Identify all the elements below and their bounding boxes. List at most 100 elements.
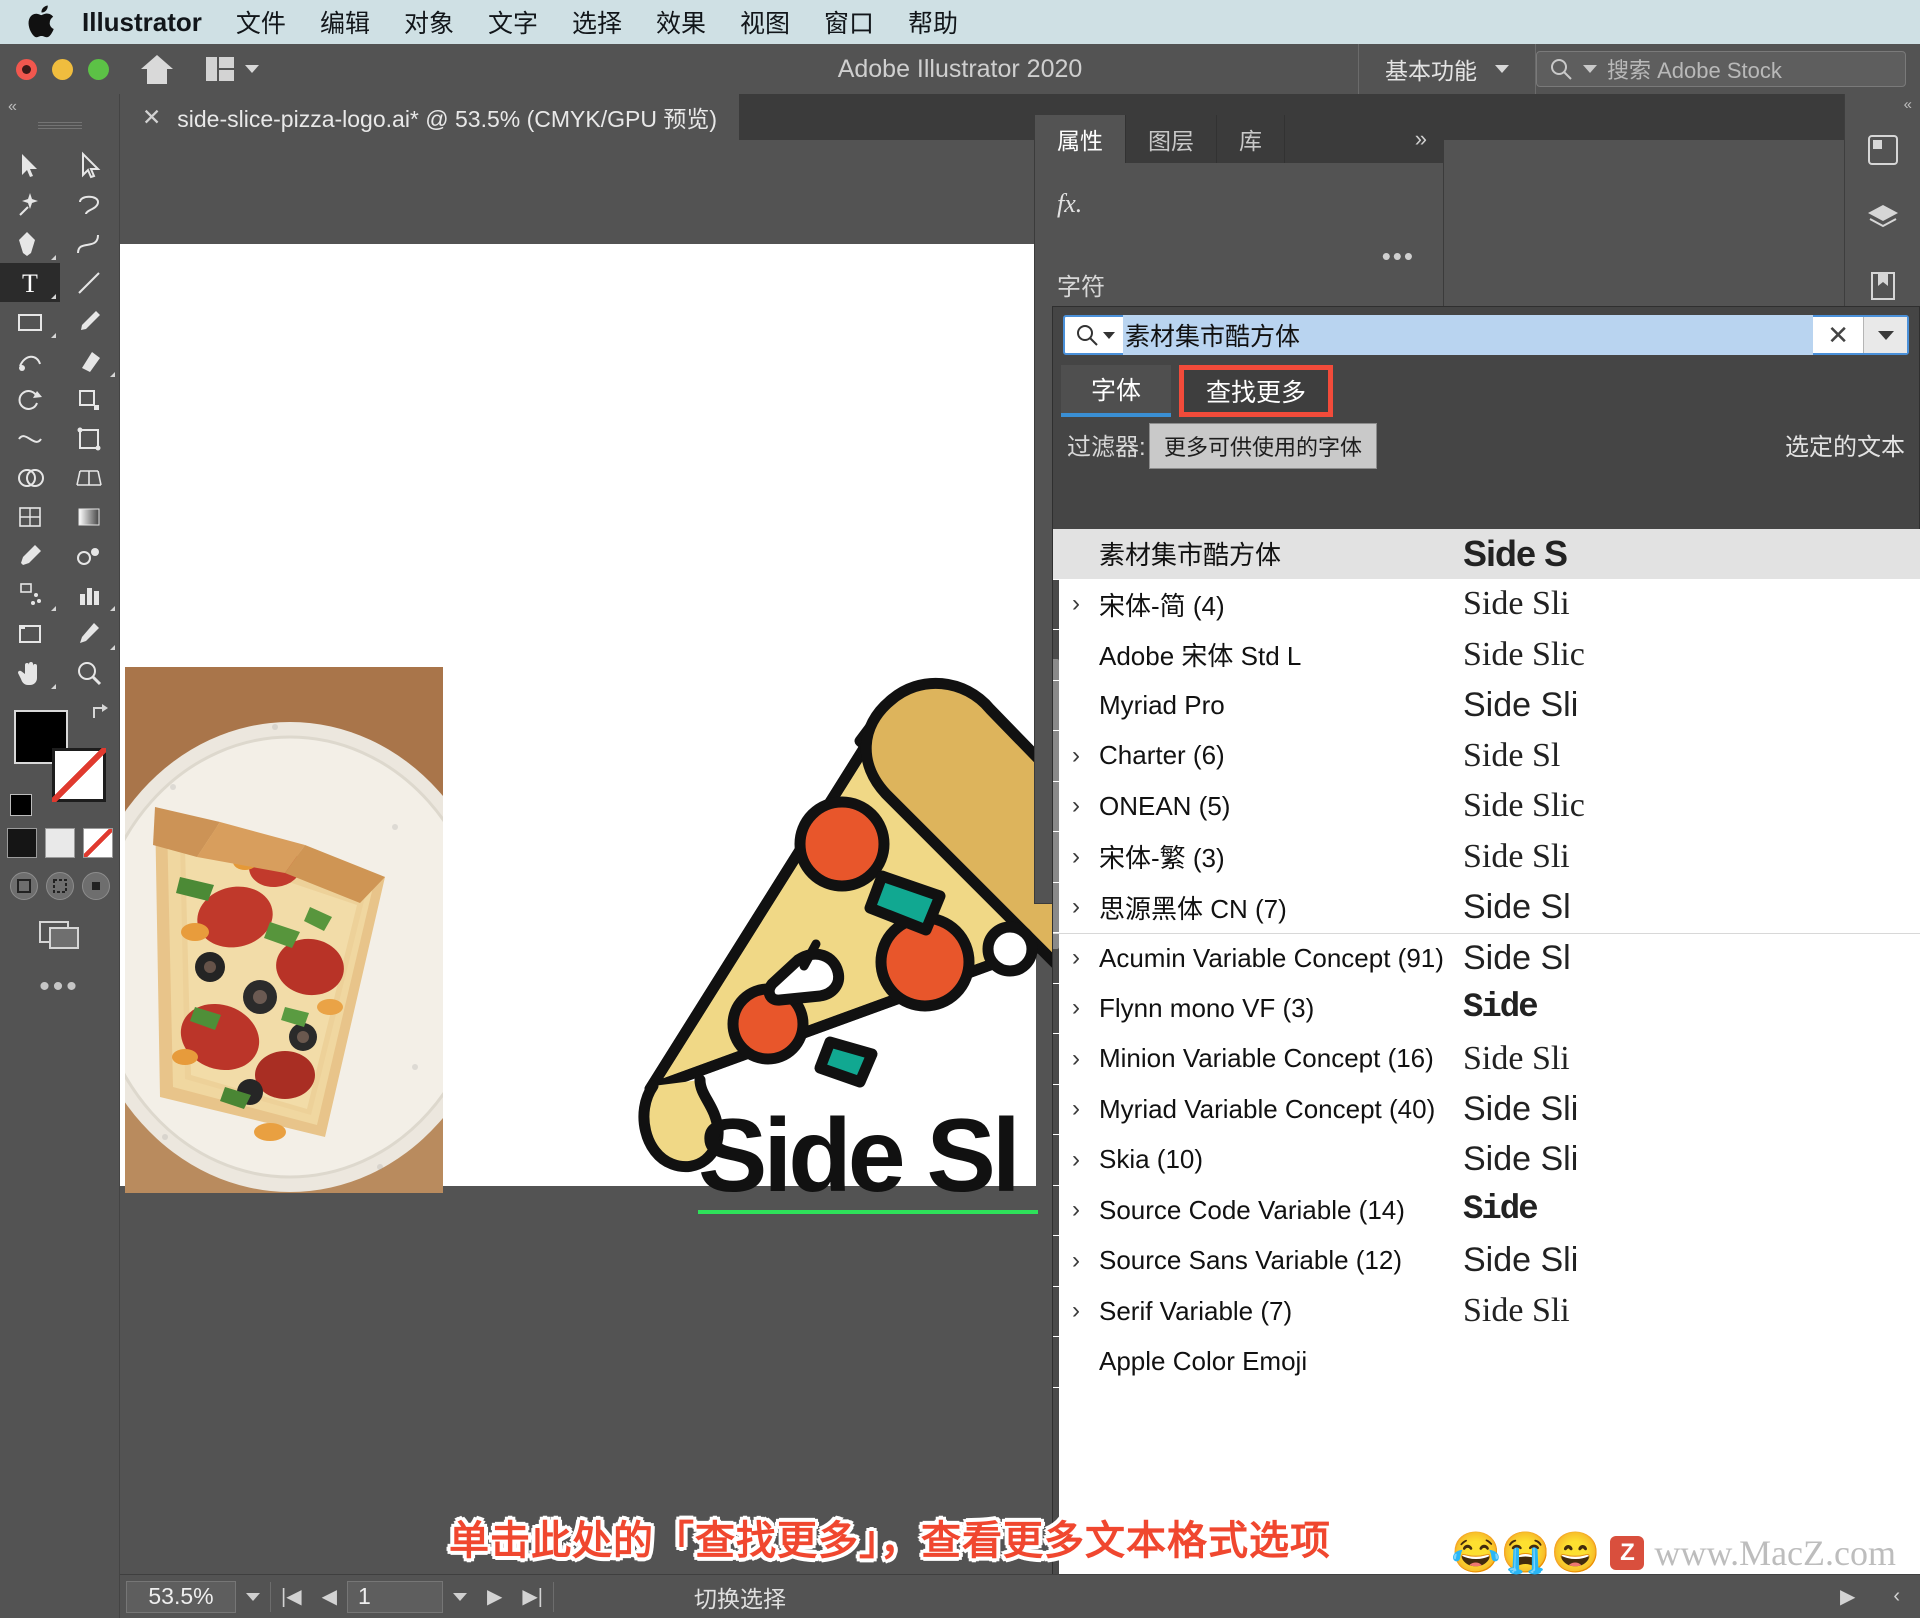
scale-tool[interactable] xyxy=(60,380,120,419)
font-list-item[interactable]: › Source Code Variable (14) Side xyxy=(1053,1186,1920,1236)
play-icon[interactable]: ▶ xyxy=(1830,1575,1865,1618)
tab-properties[interactable]: 属性 xyxy=(1035,115,1126,163)
font-list-item[interactable]: › Minion Variable Concept (16) Side Sli xyxy=(1053,1034,1920,1085)
chevron-right-icon[interactable]: › xyxy=(1053,792,1099,820)
perspective-grid-tool[interactable] xyxy=(60,458,120,497)
search-icon[interactable] xyxy=(1065,323,1123,347)
chevron-right-icon[interactable]: › xyxy=(1053,1146,1099,1174)
chevron-right-icon[interactable]: › xyxy=(1053,1196,1099,1224)
pizza-photo[interactable] xyxy=(125,667,443,1193)
zoom-tool[interactable] xyxy=(60,653,120,692)
maximize-window-button[interactable] xyxy=(88,58,109,80)
chevron-right-icon[interactable]: › xyxy=(1053,944,1099,972)
color-swatches[interactable] xyxy=(0,702,120,822)
font-search-input[interactable]: 素材集市酷方体 ✕ xyxy=(1063,315,1909,355)
chevron-right-icon[interactable]: › xyxy=(1053,1247,1099,1275)
tab-libraries[interactable]: 库 xyxy=(1217,115,1285,163)
paintbrush-tool[interactable] xyxy=(60,302,120,341)
fx-button[interactable]: fx. xyxy=(1057,189,1421,219)
menu-window[interactable]: 窗口 xyxy=(824,4,874,40)
gradient-tool[interactable] xyxy=(60,497,120,536)
logo-wordmark[interactable]: Side Sl xyxy=(698,1104,1021,1208)
artboard-tool[interactable] xyxy=(0,614,60,653)
draw-inside-button[interactable] xyxy=(81,872,110,900)
font-list-item[interactable]: › 思源黑体 CN (7) Side Sl xyxy=(1053,883,1920,933)
more-tools-icon[interactable]: ••• xyxy=(0,970,119,1004)
menu-select[interactable]: 选择 xyxy=(572,4,622,40)
chevron-right-icon[interactable]: › xyxy=(1053,1045,1099,1073)
workspace-switcher[interactable]: 基本功能 xyxy=(1359,52,1535,86)
menu-effect[interactable]: 效果 xyxy=(656,4,706,40)
minimize-window-button[interactable] xyxy=(52,58,73,80)
stroke-color-swatch[interactable] xyxy=(52,748,106,802)
tab-layers[interactable]: 图层 xyxy=(1126,115,1217,163)
arrange-documents-button[interactable] xyxy=(205,56,259,82)
chevron-down-icon[interactable] xyxy=(1863,317,1907,353)
draw-normal-button[interactable] xyxy=(9,872,38,900)
hand-tool[interactable] xyxy=(0,653,60,692)
collapse-tools-icon[interactable]: « xyxy=(8,98,17,116)
zoom-level-field[interactable]: 53.5% xyxy=(126,1580,236,1613)
font-list-item[interactable]: Apple Color Emoji xyxy=(1053,1337,1920,1388)
zoom-dropdown-icon[interactable] xyxy=(236,1575,270,1618)
prev-page-icon[interactable]: ◀ xyxy=(312,1575,347,1618)
next-page-icon[interactable]: ▶ xyxy=(477,1575,512,1618)
menu-edit[interactable]: 编辑 xyxy=(320,4,370,40)
font-list-item[interactable]: › Charter (6) Side Sl xyxy=(1053,731,1920,782)
type-tool[interactable]: T xyxy=(0,263,60,302)
font-list-item[interactable]: › Skia (10) Side Sli xyxy=(1053,1135,1920,1186)
window-controls[interactable] xyxy=(16,58,109,80)
font-list-item[interactable]: › ONEAN (5) Side Slic xyxy=(1053,782,1920,832)
page-dropdown-icon[interactable] xyxy=(443,1575,477,1618)
chevron-right-icon[interactable]: › xyxy=(1053,994,1099,1022)
properties-dock-icon[interactable] xyxy=(1845,116,1920,184)
close-icon[interactable]: ✕ xyxy=(142,104,161,131)
tab-find-more[interactable]: 查找更多 xyxy=(1179,365,1334,417)
color-swatch-button[interactable] xyxy=(6,828,37,858)
mac-menu-app-name[interactable]: Illustrator xyxy=(82,7,202,38)
font-list-item[interactable]: › Acumin Variable Concept (91) Side Sl xyxy=(1053,933,1920,984)
gradient-swatch-button[interactable] xyxy=(44,828,75,858)
artboard[interactable]: Side Sl xyxy=(120,244,1183,1214)
layers-dock-icon[interactable] xyxy=(1845,184,1920,252)
font-list-item[interactable]: › Flynn mono VF (3) Side xyxy=(1053,984,1920,1034)
swap-fill-stroke-icon[interactable] xyxy=(90,702,112,724)
close-window-button[interactable] xyxy=(16,58,37,80)
lasso-tool[interactable] xyxy=(60,185,120,224)
menu-type[interactable]: 文字 xyxy=(488,4,538,40)
font-list-item[interactable]: › 宋体-简 (4) Side Sli xyxy=(1053,580,1920,630)
home-icon[interactable] xyxy=(139,52,175,86)
curvature-tool[interactable] xyxy=(60,224,120,263)
tab-fonts[interactable]: 字体 xyxy=(1061,365,1171,417)
shape-builder-tool[interactable] xyxy=(0,458,60,497)
close-icon[interactable]: ✕ xyxy=(1813,320,1863,351)
eyedropper-tool[interactable] xyxy=(0,536,60,575)
menu-file[interactable]: 文件 xyxy=(236,4,286,40)
chevron-right-icon[interactable]: › xyxy=(1053,1297,1099,1325)
chevron-right-icon[interactable]: › xyxy=(1053,590,1099,618)
menu-view[interactable]: 视图 xyxy=(740,4,790,40)
column-graph-tool[interactable] xyxy=(60,575,120,614)
free-transform-tool[interactable] xyxy=(60,419,120,458)
more-options-icon[interactable]: ••• xyxy=(1382,241,1415,272)
document-tab[interactable]: ✕ side-slice-pizza-logo.ai* @ 53.5% (CMY… xyxy=(120,94,741,140)
none-swatch-button[interactable] xyxy=(82,828,113,858)
font-list-item[interactable]: Adobe 宋体 Std L Side Slic xyxy=(1053,630,1920,681)
rotate-tool[interactable] xyxy=(0,380,60,419)
chevron-double-right-icon[interactable]: » xyxy=(1399,115,1443,163)
draw-behind-button[interactable] xyxy=(45,872,74,900)
font-list-item[interactable]: › 宋体-繁 (3) Side Sli xyxy=(1053,832,1920,883)
symbol-sprayer-tool[interactable] xyxy=(0,575,60,614)
rectangle-tool[interactable] xyxy=(0,302,60,341)
font-list-item[interactable]: › Myriad Variable Concept (40) Side Sli xyxy=(1053,1085,1920,1135)
menu-object[interactable]: 对象 xyxy=(404,4,454,40)
tools-panel-grip[interactable] xyxy=(37,122,82,130)
change-screen-mode-button[interactable] xyxy=(36,916,84,950)
magic-wand-tool[interactable] xyxy=(0,185,60,224)
slice-tool[interactable] xyxy=(60,614,120,653)
font-list-item[interactable]: 素材集市酷方体 Side S xyxy=(1053,529,1920,580)
font-list-item[interactable]: › Source Sans Variable (12) Side Sli xyxy=(1053,1236,1920,1287)
chevron-right-icon[interactable]: › xyxy=(1053,843,1099,871)
font-list-item[interactable]: Myriad Pro Side Sli xyxy=(1053,681,1920,731)
line-segment-tool[interactable] xyxy=(60,263,120,302)
